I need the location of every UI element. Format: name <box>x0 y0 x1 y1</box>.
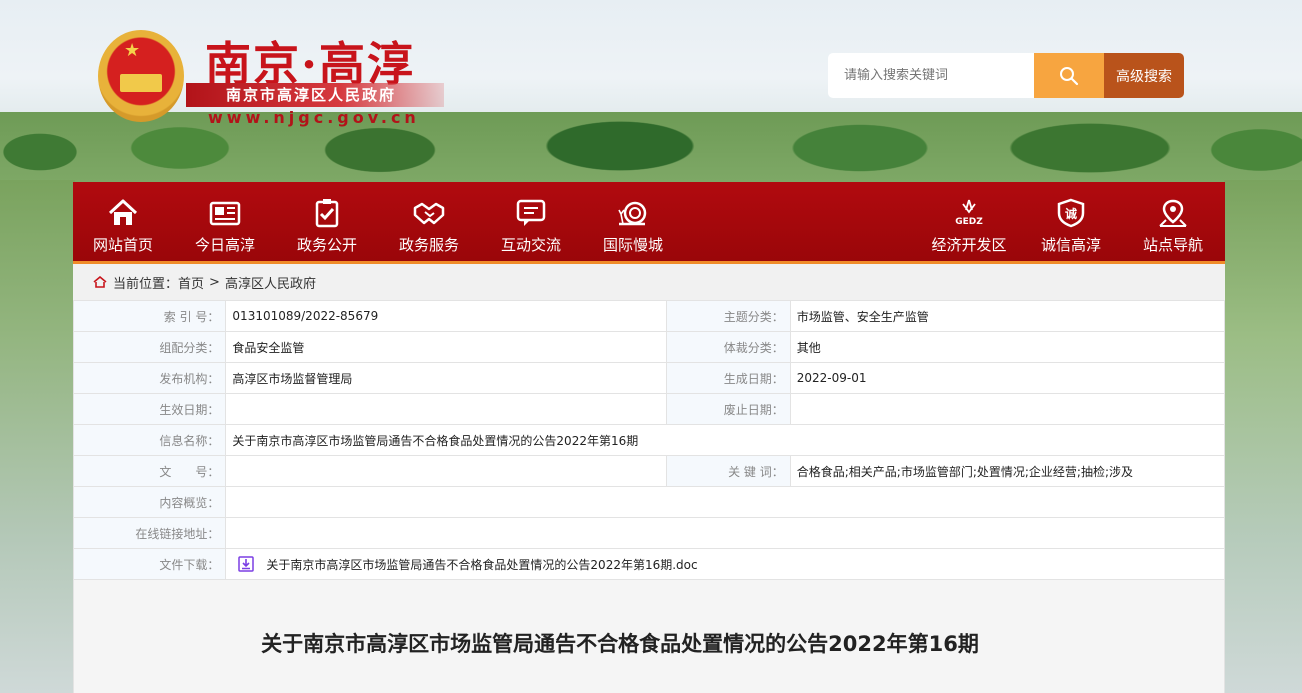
download-label: 文件下载： <box>72 548 227 580</box>
name-label: 信息名称： <box>72 424 227 456</box>
docno-value <box>225 455 667 487</box>
lotus-pond-left <box>0 180 75 693</box>
nav-item-home[interactable]: 网站首页 <box>73 182 173 261</box>
clipboard-check-icon <box>315 199 339 228</box>
table-row: 内容概览： <box>72 486 1225 518</box>
nav-item-gov-affairs[interactable]: 政务公开 <box>277 182 377 261</box>
table-row: 生效日期： 废止日期： <box>72 393 1226 425</box>
topic-value: 市场监管、安全生产监管 <box>789 300 1226 332</box>
advanced-search-button[interactable]: 高级搜索 <box>1104 53 1184 98</box>
search-box <box>828 53 1034 98</box>
topic-label: 主题分类： <box>665 300 791 332</box>
handshake-icon <box>413 202 445 225</box>
genre-value: 其他 <box>789 331 1226 363</box>
article-content: 关于南京市高淳区市场监管局通告不合格食品处置情况的公告2022年第16期 <box>73 580 1225 693</box>
location-icon <box>1159 199 1187 227</box>
chat-icon <box>516 199 546 226</box>
file-download-link[interactable]: 关于南京市高淳区市场监管局通告不合格食品处置情况的公告2022年第16期.doc <box>232 556 1218 573</box>
nav-item-credit[interactable]: 诚 诚信高淳 <box>1021 182 1121 261</box>
docno-label: 文 号： <box>72 455 227 487</box>
nav-item-gov-service[interactable]: 政务服务 <box>379 182 479 261</box>
index-value: 013101089/2022-85679 <box>225 300 667 332</box>
nav-item-sitemap[interactable]: 站点导航 <box>1123 182 1223 261</box>
home-icon <box>93 276 107 288</box>
breadcrumb-home-link[interactable]: 首页 <box>178 273 204 292</box>
nav-item-slow-city[interactable]: 国际慢城 <box>583 182 683 261</box>
expired-value <box>789 393 1226 425</box>
national-emblem-icon: ★ <box>98 30 184 122</box>
publisher-label: 发布机构： <box>72 362 227 394</box>
created-label: 生成日期： <box>665 362 791 394</box>
breadcrumb: 当前位置： 首页 > 高淳区人民政府 <box>73 264 1225 300</box>
table-row: 文件下载： 关于南京市高淳区市场监管局通告不合格食品处置情况的公告2022年第1… <box>72 548 1225 580</box>
main-nav: 网站首页 今日高淳 政务公开 政务服务 互动交流 国际慢城 GEDZ 经济开发区… <box>73 182 1225 264</box>
snail-icon <box>618 201 647 226</box>
table-row: 在线链接地址： <box>72 517 1225 549</box>
genre-label: 体裁分类： <box>665 331 791 363</box>
summary-label: 内容概览： <box>72 486 227 518</box>
name-value: 关于南京市高淳区市场监管局通告不合格食品处置情况的公告2022年第16期 <box>225 424 1225 456</box>
trees-background <box>0 112 1302 182</box>
group-value: 食品安全监管 <box>225 331 667 363</box>
link-value <box>225 517 1225 549</box>
table-row: 文 号： 关 键 词： 合格食品;相关产品;市场监管部门;处置情况;企业经营;抽… <box>72 455 1226 487</box>
table-row: 组配分类： 食品安全监管 体裁分类： 其他 <box>72 331 1226 363</box>
home-icon <box>108 199 138 225</box>
summary-value <box>225 486 1225 518</box>
svg-text:GEDZ: GEDZ <box>955 217 983 227</box>
search-icon <box>1060 66 1079 85</box>
index-label: 索 引 号： <box>72 300 227 332</box>
expired-label: 废止日期： <box>665 393 791 425</box>
breadcrumb-prefix: 当前位置： <box>113 276 179 292</box>
effective-label: 生效日期： <box>72 393 227 425</box>
article-title: 关于南京市高淳区市场监管局通告不合格食品处置情况的公告2022年第16期 <box>261 632 979 656</box>
link-label: 在线链接地址： <box>72 517 227 549</box>
search-button[interactable] <box>1034 53 1104 98</box>
table-row: 索 引 号： 013101089/2022-85679 主题分类： 市场监管、安… <box>72 300 1226 332</box>
keywords-value: 合格食品;相关产品;市场监管部门;处置情况;企业经营;抽检;涉及 <box>789 455 1226 487</box>
table-row: 发布机构： 高淳区市场监督管理局 生成日期： 2022-09-01 <box>72 362 1226 394</box>
download-filename[interactable]: 关于南京市高淳区市场监管局通告不合格食品处置情况的公告2022年第16期.doc <box>266 556 697 573</box>
publisher-value: 高淳区市场监督管理局 <box>225 362 667 394</box>
svg-text:诚: 诚 <box>1065 206 1077 221</box>
breadcrumb-separator: > <box>209 274 220 290</box>
effective-value <box>225 393 667 425</box>
shield-icon: 诚 <box>1057 198 1085 228</box>
nav-item-dev-zone[interactable]: GEDZ 经济开发区 <box>919 182 1019 261</box>
breadcrumb-current-link[interactable]: 高淳区人民政府 <box>225 273 316 292</box>
newspaper-icon <box>209 201 241 226</box>
gedz-logo-icon: GEDZ <box>955 199 983 227</box>
nav-item-interaction[interactable]: 互动交流 <box>481 182 581 261</box>
group-label: 组配分类： <box>72 331 227 363</box>
lotus-pond-right <box>1224 180 1302 693</box>
table-row: 信息名称： 关于南京市高淳区市场监管局通告不合格食品处置情况的公告2022年第1… <box>72 424 1225 456</box>
site-domain: www.njgc.gov.cn <box>208 108 420 127</box>
download-icon <box>238 556 255 572</box>
info-table: 索 引 号： 013101089/2022-85679 主题分类： 市场监管、安… <box>72 300 1226 580</box>
search-input[interactable] <box>844 68 1018 83</box>
keywords-label: 关 键 词： <box>665 455 791 487</box>
created-value: 2022-09-01 <box>789 362 1226 394</box>
nav-item-today[interactable]: 今日高淳 <box>175 182 275 261</box>
site-subtitle: 南京市高淳区人民政府 <box>186 83 444 107</box>
